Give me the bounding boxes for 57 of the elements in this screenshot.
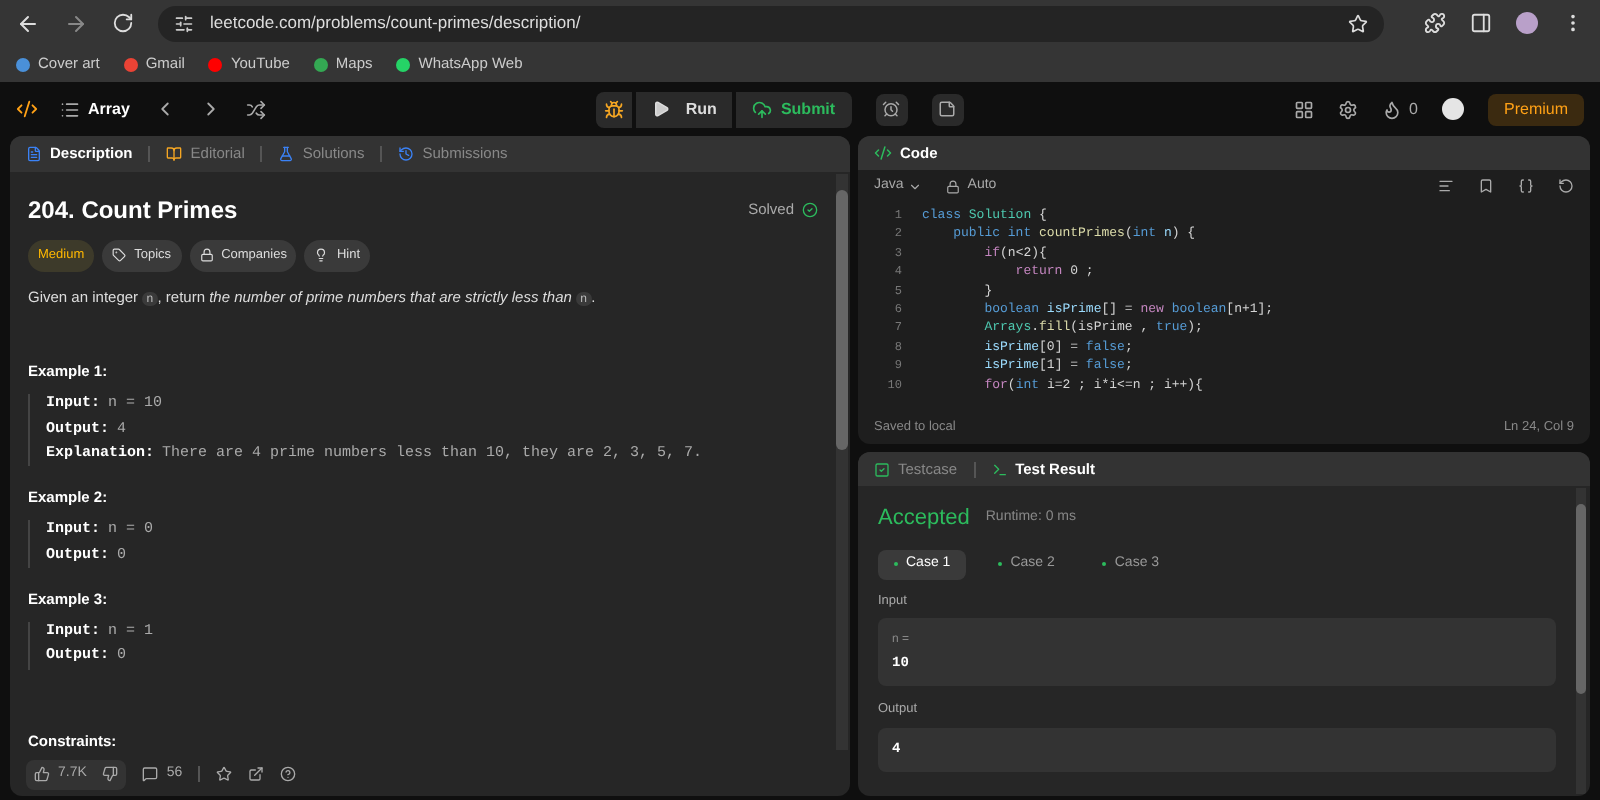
forward-icon[interactable] [64,11,88,35]
chevron-down-icon [907,179,922,193]
cloud-upload-icon [752,99,773,119]
alarm-clock-icon [882,100,901,118]
layout-icon[interactable] [1293,99,1314,119]
thumbs-up-icon[interactable] [34,766,50,782]
submit-button[interactable]: Submit [736,91,852,127]
problem-list-title[interactable]: Array [88,97,130,121]
logo-icon[interactable] [16,97,36,121]
reset-icon[interactable] [1558,178,1574,194]
tag-chip-icon [314,248,329,263]
reload-icon[interactable] [112,12,134,34]
shuffle-icon[interactable] [245,99,266,119]
streak-count: 0 [1409,97,1418,121]
site-settings-icon[interactable] [174,13,194,33]
list-icon[interactable] [60,99,80,119]
share-icon[interactable] [248,766,265,782]
settings-icon[interactable] [1337,99,1358,119]
lock-icon [945,179,960,193]
thumbs-down-icon[interactable] [102,766,119,782]
premium-button[interactable]: Premium [1488,93,1585,125]
extensions-icon[interactable] [1424,12,1446,34]
side-panel-icon[interactable] [1470,12,1492,34]
tag-chip-icon [112,248,127,263]
back-icon[interactable] [16,11,40,35]
format-icon[interactable] [1438,178,1454,194]
comment-icon[interactable] [142,766,159,782]
streak-icon[interactable] [1381,99,1402,119]
timer-button[interactable] [875,93,908,125]
tab-icon [278,146,295,162]
tag-chip-icon [199,248,214,263]
bookmark-star-icon[interactable] [1348,13,1368,33]
tab-icon [398,146,415,162]
bookmark-icon[interactable] [1478,178,1494,194]
user-avatar[interactable] [1442,98,1464,120]
tab-icon [874,461,890,477]
url-text: leetcode.com/problems/count-primes/description/ [210,10,583,36]
tab-icon [166,146,183,162]
verdict-text: Accepted [878,504,970,534]
check-circle-icon [802,202,818,218]
scrollbar[interactable] [1576,488,1586,794]
address-bar[interactable]: leetcode.com/problems/count-primes/description/ [158,5,1384,41]
note-icon [938,100,957,118]
favorite-icon[interactable] [216,766,233,782]
bug-icon [603,99,624,119]
play-icon [651,100,670,118]
debug-button[interactable] [595,91,632,127]
tab-icon [26,146,42,162]
tab-icon [991,461,1008,477]
braces-icon[interactable] [1518,178,1534,194]
problem-title: 204. Count Primes [28,194,238,228]
notes-button[interactable] [931,93,964,125]
scrollbar[interactable] [836,174,848,750]
profile-avatar[interactable] [1516,12,1538,34]
code-icon [874,144,892,162]
run-button[interactable]: Run [635,91,733,127]
help-icon[interactable] [280,766,297,782]
